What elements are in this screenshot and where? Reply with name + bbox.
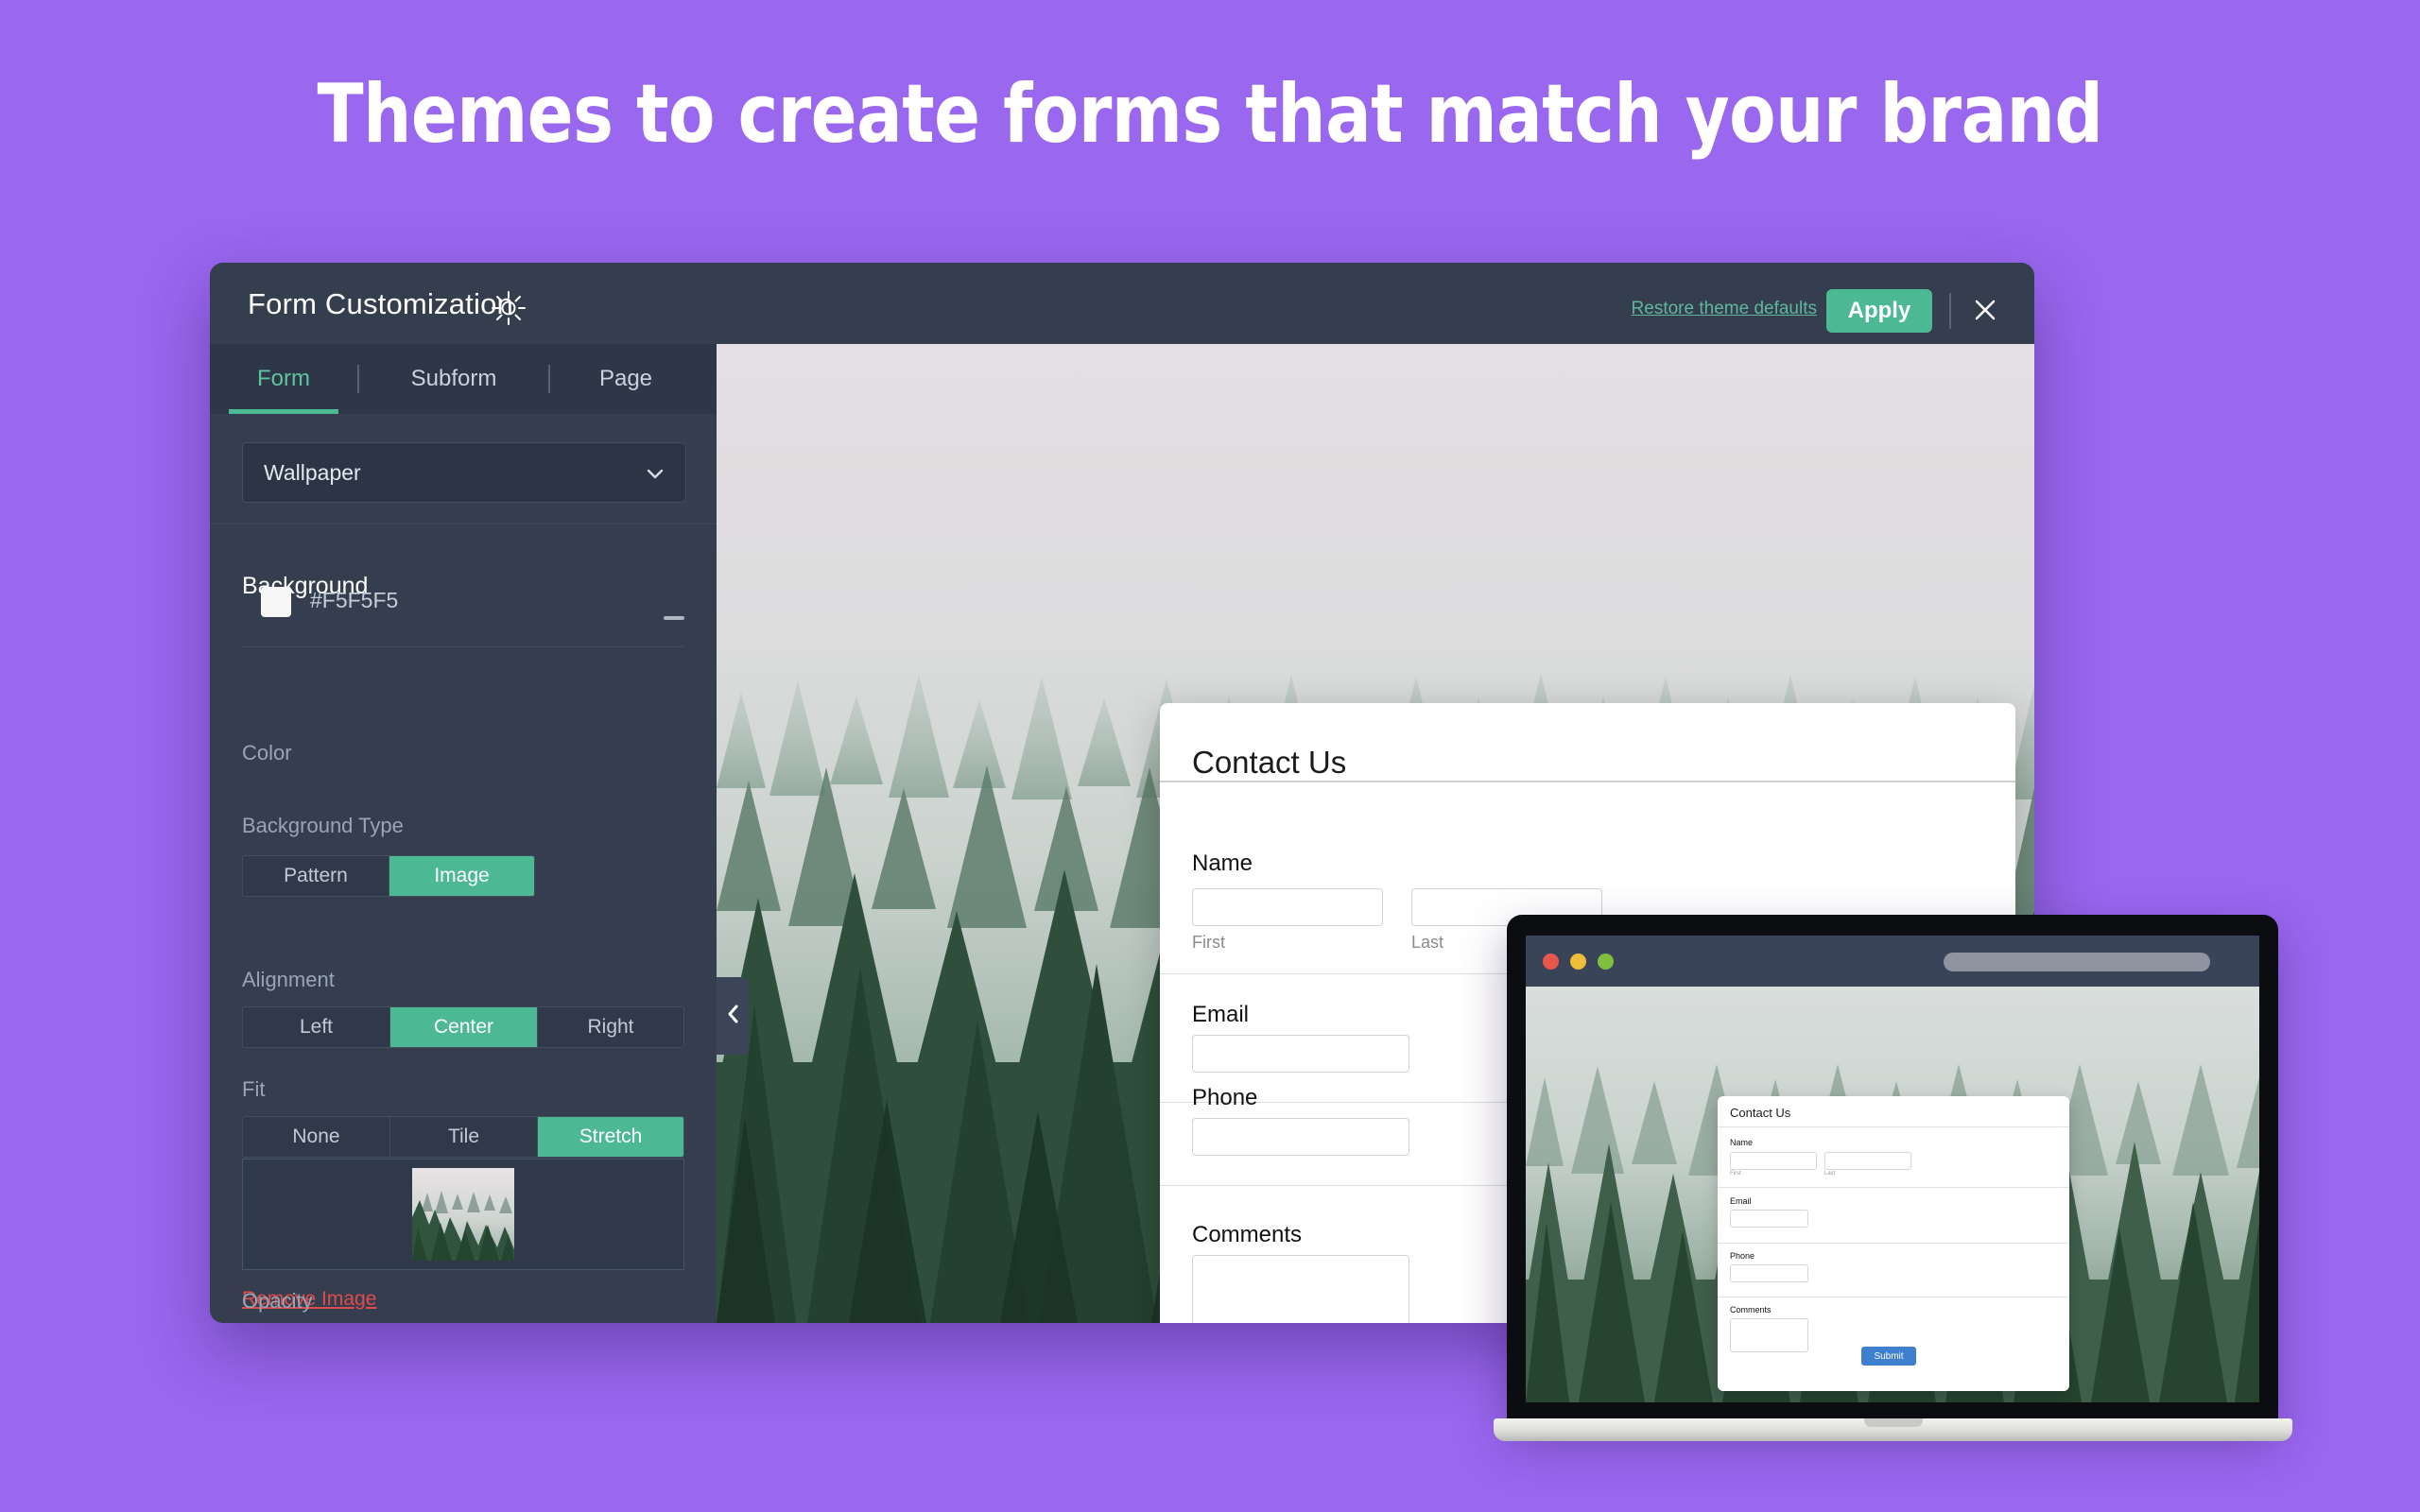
page-title: Themes to create forms that match your b… [317, 67, 2103, 162]
panel-tabs: Form Subform Page [210, 344, 717, 414]
color-label: Color [242, 741, 292, 765]
tab-page[interactable]: Page [550, 344, 701, 414]
laptop-mockup: Contact Us Name First Last Email Phone C… [1494, 915, 2292, 1463]
fit-segmented: None Tile Stretch [242, 1116, 684, 1158]
panel-collapse-handle[interactable] [717, 977, 749, 1055]
laptop-field-label-email: Email [1730, 1196, 1752, 1206]
comments-textarea[interactable] [1192, 1255, 1409, 1323]
laptop-phone-input[interactable] [1730, 1264, 1808, 1282]
customization-panel: Form Subform Page Wallpaper Background C… [210, 344, 717, 1323]
laptop-form-divider [1718, 1187, 2069, 1188]
laptop-field-label-phone: Phone [1730, 1251, 1755, 1261]
apply-button[interactable]: Apply [1826, 289, 1932, 333]
alignment-option-left[interactable]: Left [243, 1007, 390, 1047]
fit-label: Fit [242, 1077, 266, 1101]
color-value: #F5F5F5 [310, 588, 399, 612]
section-divider [242, 646, 684, 647]
field-label-name: Name [1192, 850, 1253, 876]
background-type-segmented: Pattern Image [242, 855, 535, 897]
field-label-phone: Phone [1192, 1085, 1258, 1110]
close-icon[interactable] [1964, 289, 2006, 331]
chevron-down-icon [644, 462, 666, 490]
scope-select[interactable]: Wallpaper [242, 442, 686, 503]
laptop-name-last-input[interactable] [1824, 1152, 1911, 1170]
laptop-form-title: Contact Us [1730, 1106, 1791, 1120]
form-title: Contact Us [1192, 745, 1347, 780]
laptop-lid: Contact Us Name First Last Email Phone C… [1507, 915, 2278, 1425]
name-last-sublabel: Last [1411, 933, 1444, 952]
laptop-form-title-divider [1718, 1126, 2069, 1127]
field-label-email: Email [1192, 1002, 1250, 1027]
restore-theme-defaults-link[interactable]: Restore theme defaults [1632, 299, 1817, 319]
laptop-form-divider [1718, 1243, 2069, 1244]
name-first-sublabel: First [1192, 933, 1225, 952]
tab-form[interactable]: Form [210, 344, 357, 414]
close-dot-red[interactable] [1543, 954, 1559, 970]
opacity-label: Opacity [242, 1289, 313, 1313]
email-input[interactable] [1192, 1035, 1409, 1073]
dialog-header: Form Customization Restore theme default… [210, 263, 2034, 344]
color-swatch[interactable] [261, 587, 291, 617]
laptop-contact-form-card: Contact Us Name First Last Email Phone C… [1718, 1096, 2069, 1391]
minimize-dot-yellow[interactable] [1570, 954, 1586, 970]
forest-thumbnail-icon [412, 1168, 514, 1261]
laptop-name-last-sublabel: Last [1824, 1171, 1836, 1177]
laptop-name-first-input[interactable] [1730, 1152, 1817, 1170]
laptop-submit-button[interactable]: Submit [1861, 1347, 1916, 1366]
header-divider [1949, 293, 1951, 329]
minus-icon[interactable] [664, 616, 684, 620]
phone-input[interactable] [1192, 1118, 1409, 1156]
browser-chrome [1526, 936, 2259, 987]
alignment-option-center[interactable]: Center [390, 1007, 538, 1047]
laptop-field-label-comments: Comments [1730, 1305, 1772, 1314]
fit-option-none[interactable]: None [243, 1117, 390, 1157]
dialog-title: Form Customization [248, 287, 513, 320]
background-type-option-pattern[interactable]: Pattern [243, 856, 389, 896]
background-type-option-image[interactable]: Image [389, 856, 534, 896]
laptop-comments-textarea[interactable] [1730, 1318, 1808, 1352]
image-preview-box[interactable] [242, 1159, 684, 1270]
laptop-email-input[interactable] [1730, 1210, 1808, 1228]
tab-subform[interactable]: Subform [359, 344, 548, 414]
laptop-notch [1864, 1418, 1923, 1427]
background-type-label: Background Type [242, 814, 404, 837]
alignment-segmented: Left Center Right [242, 1006, 684, 1048]
form-title-divider [1160, 781, 2015, 782]
name-first-input[interactable] [1192, 888, 1383, 926]
fit-option-stretch[interactable]: Stretch [538, 1117, 683, 1157]
maximize-dot-green[interactable] [1598, 954, 1614, 970]
laptop-name-first-sublabel: First [1730, 1171, 1741, 1177]
sun-icon[interactable] [490, 289, 527, 327]
laptop-field-label-name: Name [1730, 1138, 1754, 1147]
alignment-option-right[interactable]: Right [538, 1007, 683, 1047]
chevron-left-icon [724, 1004, 741, 1029]
browser-url-bar[interactable] [1944, 953, 2210, 971]
field-label-comments: Comments [1192, 1222, 1303, 1247]
fit-option-tile[interactable]: Tile [390, 1117, 538, 1157]
scope-select-value: Wallpaper [264, 459, 361, 485]
alignment-label: Alignment [242, 968, 335, 991]
laptop-screen: Contact Us Name First Last Email Phone C… [1526, 936, 2259, 1402]
